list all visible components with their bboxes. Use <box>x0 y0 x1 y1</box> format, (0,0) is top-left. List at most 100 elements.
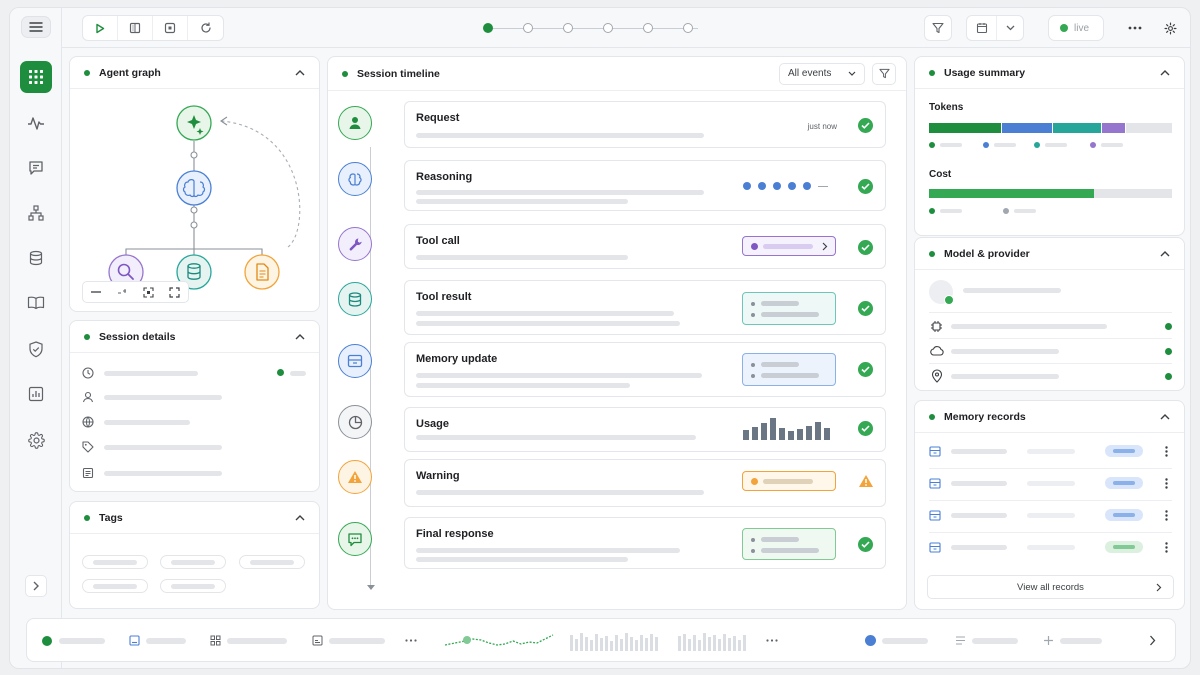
status-dot-icon <box>84 333 90 340</box>
view-all-records-label: View all records <box>1017 581 1084 593</box>
cost-label: Cost <box>929 169 952 180</box>
plus-icon <box>1044 636 1053 645</box>
chevron-up-icon[interactable] <box>1158 247 1172 261</box>
chevron-right-icon <box>33 581 39 591</box>
document-node[interactable] <box>244 254 280 290</box>
date-range-picker[interactable] <box>966 15 1024 41</box>
more-horizontal-icon <box>405 639 417 642</box>
timeline-event-tool-call[interactable]: Tool call <box>404 224 886 269</box>
tokens-segment <box>929 123 1002 133</box>
chevron-up-icon[interactable] <box>1158 410 1172 424</box>
sidebar-item-apps[interactable] <box>20 61 52 93</box>
chevron-up-icon[interactable] <box>293 330 307 344</box>
fit-view-button[interactable] <box>109 282 135 302</box>
timeline-event-tool-result[interactable]: Tool result <box>404 280 886 335</box>
tag-chip[interactable] <box>82 555 148 569</box>
settings-button[interactable] <box>1160 19 1180 37</box>
memory-update-preview[interactable] <box>742 353 836 386</box>
gear-icon <box>1163 21 1177 35</box>
chip-icon <box>930 320 943 333</box>
progress-step-active[interactable] <box>483 23 493 33</box>
timeline-event-usage[interactable]: Usage <box>404 407 886 452</box>
status-dot-icon <box>929 69 935 76</box>
play-button[interactable] <box>83 16 118 40</box>
focus-icon <box>143 286 154 298</box>
event-filter-select[interactable]: All events <box>779 62 865 85</box>
memory-record-row[interactable] <box>915 535 1186 563</box>
cost-legend <box>929 208 1172 216</box>
sidebar-item-chat[interactable] <box>20 152 52 184</box>
more-options-button[interactable] <box>1124 19 1146 37</box>
sidebar-item-docs[interactable] <box>20 287 52 319</box>
chevron-up-icon[interactable] <box>293 66 307 80</box>
panel-title: Model & provider <box>944 247 1030 260</box>
sidebar-item-activity[interactable] <box>20 107 52 139</box>
reasoning-node[interactable] <box>176 170 212 206</box>
tag-chip[interactable] <box>160 555 226 569</box>
step-progress <box>483 22 703 34</box>
sidebar-item-reports[interactable] <box>20 378 52 410</box>
tag-chip[interactable] <box>239 555 305 569</box>
live-toggle[interactable]: live <box>1048 15 1104 41</box>
activity-sparkline <box>445 634 554 646</box>
refresh-button[interactable] <box>188 16 223 40</box>
chevron-up-icon[interactable] <box>1158 66 1172 80</box>
final-response-event-icon <box>338 522 372 556</box>
usage-bar <box>797 429 803 440</box>
database-icon <box>29 250 43 266</box>
timeline-event-memory-update[interactable]: Memory update <box>404 342 886 397</box>
tag-chip[interactable] <box>160 579 226 593</box>
agent-graph-panel: Agent graph <box>69 56 320 312</box>
apps-icon <box>29 70 43 84</box>
timeline-filter-button[interactable] <box>872 62 896 85</box>
memory-record-row[interactable] <box>915 471 1186 499</box>
split-view-button[interactable] <box>118 16 153 40</box>
progress-step[interactable] <box>523 23 533 33</box>
sidebar-item-settings[interactable] <box>20 424 52 456</box>
timeline-event-request[interactable]: Request just now <box>404 101 886 148</box>
focus-button[interactable] <box>136 282 162 302</box>
fullscreen-button[interactable] <box>162 282 188 302</box>
tag-chip[interactable] <box>82 579 148 593</box>
memory-record-icon <box>929 478 941 489</box>
filter-button[interactable] <box>924 15 952 41</box>
usage-bar <box>779 428 785 440</box>
detail-placeholder <box>104 420 190 425</box>
histogram-strip-a <box>570 633 658 651</box>
stop-button[interactable] <box>153 16 188 40</box>
tool-result-preview[interactable] <box>742 292 836 325</box>
sidebar-item-security[interactable] <box>20 333 52 365</box>
shield-icon <box>29 340 43 357</box>
menu-button[interactable] <box>21 16 51 38</box>
memory-record-row[interactable] <box>915 439 1186 467</box>
zoom-out-button[interactable] <box>83 282 109 302</box>
status-dot-icon <box>1165 373 1172 380</box>
view-all-records-button[interactable]: View all records <box>927 575 1174 599</box>
progress-step[interactable] <box>563 23 573 33</box>
orchestrator-node[interactable] <box>176 105 212 141</box>
progress-step[interactable] <box>643 23 653 33</box>
detail-placeholder <box>104 371 198 376</box>
timeline-event-reasoning[interactable]: Reasoning <box>404 160 886 211</box>
filter-icon <box>932 22 944 34</box>
expand-sidebar-button[interactable] <box>25 575 47 597</box>
location-pin-icon <box>931 369 943 383</box>
memory-record-icon <box>929 446 941 457</box>
chevron-right-icon[interactable] <box>1149 635 1156 646</box>
progress-step[interactable] <box>603 23 613 33</box>
chevron-up-icon[interactable] <box>293 511 307 525</box>
warning-chip[interactable] <box>742 471 836 491</box>
more-vertical-icon <box>1165 510 1168 521</box>
timeline-event-warning[interactable]: Warning <box>404 459 886 507</box>
tokens-stacked-bar <box>929 123 1172 133</box>
sidebar-item-hierarchy[interactable] <box>20 197 52 229</box>
sidebar-item-database[interactable] <box>20 242 52 274</box>
grid-icon <box>210 635 221 646</box>
progress-step[interactable] <box>683 23 693 33</box>
event-name: Reasoning <box>416 171 473 183</box>
tokens-segment <box>1101 123 1126 133</box>
final-response-preview[interactable] <box>742 528 836 560</box>
timeline-event-final-response[interactable]: Final response <box>404 517 886 569</box>
memory-record-row[interactable] <box>915 503 1186 531</box>
tool-call-chip[interactable] <box>742 236 836 256</box>
